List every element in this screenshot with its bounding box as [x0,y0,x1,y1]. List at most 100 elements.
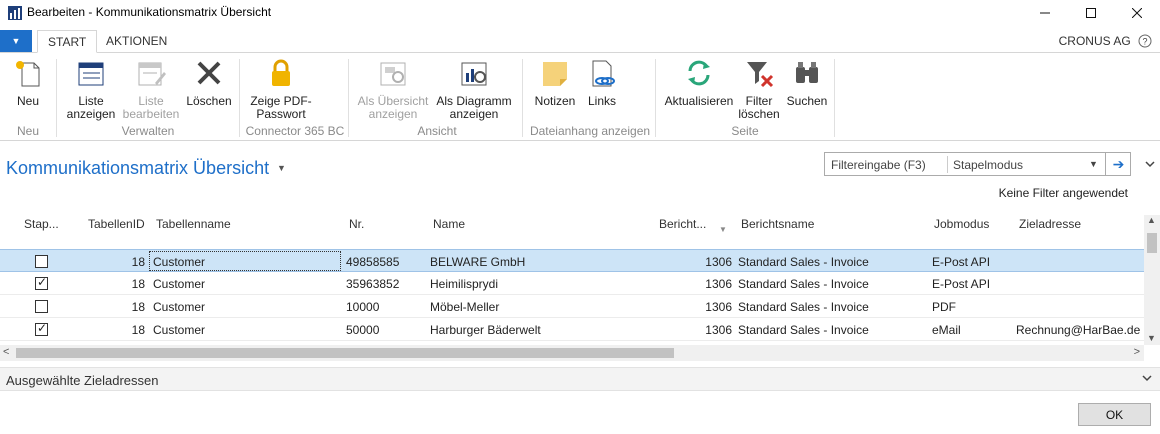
job-mode-cell: E-Post API [932,255,991,269]
delete-x-icon [197,61,221,85]
clear-filter-button[interactable]: Filter löschen [737,57,781,121]
table-row[interactable]: ✓ 18 Customer 50000 Harburger Bäderwelt … [0,318,1144,341]
group-label-neu: Neu [16,124,39,138]
divider [947,156,948,173]
chevron-down-icon[interactable]: ▼ [1089,159,1098,169]
scroll-up-icon[interactable]: ▲ [1147,215,1156,225]
lock-icon [272,59,290,86]
job-mode-cell: PDF [932,300,956,314]
ribbon: Neu Liste anzeigen Liste bearbeiten Lösc… [0,53,1160,141]
file-menu-button[interactable]: ▼ [0,30,32,52]
check-icon: ✓ [37,321,48,335]
column-header[interactable]: Nr. [349,217,364,231]
table-name-cell: Customer [153,277,206,291]
column-header[interactable]: Berichtsname [741,217,814,231]
edit-list-label: Liste bearbeiten [122,94,180,121]
report-id-cell: 1306 [705,277,732,291]
show-overview-button[interactable]: Als Übersicht anzeigen [356,57,430,121]
company-label: CRONUS AG [1058,34,1131,48]
table-header: Stap... TabellenID Tabellenname Nr. Name… [0,205,1144,243]
show-chart-button[interactable]: Als Diagramm anzeigen [434,57,514,121]
show-chart-label: Als Diagramm anzeigen [436,94,512,121]
question-icon[interactable]: ? [1138,34,1152,48]
tab-aktionen[interactable]: AKTIONEN [96,30,177,53]
filter-input[interactable]: Filtereingabe (F3) [831,158,926,172]
collapse-chevron-icon[interactable] [1144,158,1156,173]
no-cell: 10000 [346,300,380,314]
new-label: Neu [16,94,39,108]
search-button[interactable]: Suchen [786,57,828,108]
column-header[interactable]: Stap... [24,217,59,231]
job-mode-cell: E-Post API [932,277,991,291]
column-header[interactable]: Bericht... [659,217,706,231]
search-label: Suchen [786,94,828,108]
edit-list-icon [138,62,166,86]
maximize-icon[interactable] [1068,0,1114,26]
table-row[interactable]: 18 Customer 49858585 BELWARE GmbH 1306 S… [0,249,1144,272]
checkbox-checked[interactable]: ✓ [35,275,48,290]
scroll-left-icon[interactable]: < [3,346,9,358]
report-id-cell: 1306 [705,300,732,314]
view-list-button[interactable]: Liste anzeigen [62,57,120,121]
edit-list-button[interactable]: Liste bearbeiten [122,57,180,121]
separator [834,59,835,137]
column-header[interactable]: Name [433,217,465,231]
separator [239,59,240,137]
arrow-right-icon[interactable]: ➔ [1105,153,1131,175]
vertical-scrollbar[interactable]: ▲ ▼ [1144,215,1160,345]
report-name-cell: Standard Sales - Invoice [738,323,869,337]
clear-filter-label: Filter löschen [738,94,780,121]
view-list-icon [78,62,104,86]
name-cell: Heimilisprydi [430,277,499,291]
column-header[interactable]: Zieladresse [1019,217,1081,231]
factbox-target-addresses[interactable]: Ausgewählte Zieladressen [0,367,1160,391]
separator [655,59,656,137]
close-icon[interactable] [1114,0,1160,26]
scroll-thumb[interactable] [16,348,674,358]
name-cell: BELWARE GmbH [430,255,526,269]
refresh-button[interactable]: Aktualisieren [664,57,734,108]
note-icon [543,62,567,86]
link-icon [592,60,615,87]
notes-button[interactable]: Notizen [532,57,578,108]
show-pdf-password-button[interactable]: Zeige PDF-Passwort [248,57,314,121]
links-label: Links [587,94,616,108]
target-cell: Rechnung@HarBae.de [1016,323,1141,337]
links-button[interactable]: Links [584,57,620,108]
table-name-cell[interactable]: Customer [153,255,205,269]
column-header[interactable]: Tabellenname [156,217,231,231]
checkbox[interactable] [35,300,48,313]
horizontal-scrollbar[interactable]: < > [0,345,1144,361]
new-button[interactable]: Neu [10,57,46,108]
checkbox-checked[interactable]: ✓ [35,321,48,336]
filter-box[interactable]: Filtereingabe (F3) Stapelmodus ▼ ➔ [824,152,1131,176]
scroll-thumb[interactable] [1147,233,1157,253]
no-cell: 50000 [346,323,380,337]
company-name[interactable]: CRONUS AG ? [1059,34,1152,48]
column-header[interactable]: Jobmodus [934,217,989,231]
filter-status: Keine Filter angewendet [998,186,1128,200]
table-row[interactable]: 18 Customer 10000 Möbel-Meller 1306 Stan… [0,295,1144,318]
scroll-right-icon[interactable]: > [1134,346,1140,358]
column-header[interactable]: TabellenID [88,217,145,231]
chevron-down-icon[interactable]: ▼ [277,163,286,173]
group-label-connector: Connector 365 BC [245,124,345,138]
factbox-title: Ausgewählte Zieladressen [6,373,159,388]
report-name-cell: Standard Sales - Invoice [738,300,869,314]
tab-start[interactable]: START [37,30,98,53]
chevron-down-icon[interactable] [1142,373,1152,386]
filter-field-select[interactable]: Stapelmodus [953,158,1023,172]
minimize-icon[interactable] [1022,0,1068,26]
window-title: Bearbeiten - Kommunikationsmatrix Übersi… [27,5,272,19]
ok-button[interactable]: OK [1078,403,1151,426]
page-title: Kommunikationsmatrix Übersicht [6,158,270,178]
report-id-cell: 1306 [705,323,732,337]
no-cell: 49858585 [346,255,400,269]
delete-button[interactable]: Löschen [186,57,232,108]
table-row[interactable]: ✓ 18 Customer 35963852 Heimilisprydi 130… [0,272,1144,295]
overview-icon [380,62,406,86]
title-bar: Bearbeiten - Kommunikationsmatrix Übersi… [0,0,1160,26]
separator [522,59,523,137]
scroll-down-icon[interactable]: ▼ [1147,333,1156,343]
checkbox[interactable] [35,255,48,268]
